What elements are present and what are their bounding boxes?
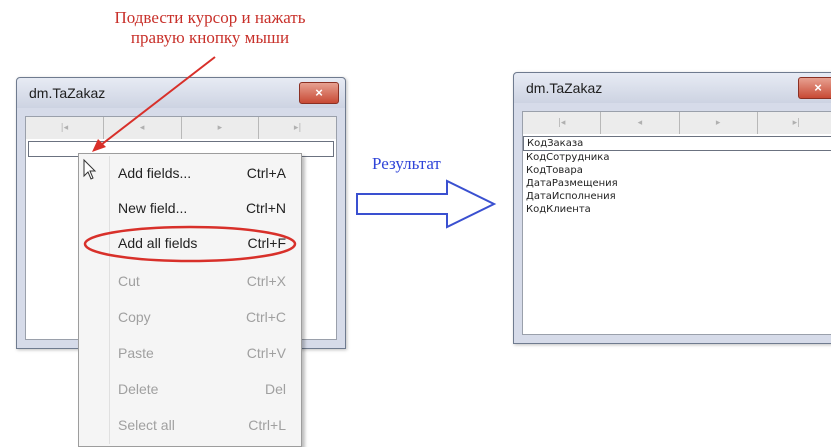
menu-item-shortcut: Del bbox=[264, 381, 286, 397]
menu-item-shortcut: Ctrl+L bbox=[248, 417, 286, 433]
instruction-annotation: Подвести курсор и нажать правую кнопку м… bbox=[60, 8, 360, 48]
result-arrow-icon bbox=[356, 179, 497, 229]
nav-next-button[interactable]: ▸ bbox=[680, 112, 758, 134]
menu-item-shortcut: Ctrl+X bbox=[246, 273, 286, 289]
field-list-item[interactable]: КодТовара bbox=[523, 164, 831, 177]
field-list-item[interactable]: КодКлиента bbox=[523, 203, 831, 216]
nav-first-button[interactable]: |◂ bbox=[523, 112, 602, 134]
menu-item-label: Add all fields bbox=[118, 235, 198, 251]
nav-last-button[interactable]: ▸| bbox=[259, 117, 336, 139]
menu-item-cut[interactable]: Cut Ctrl+X bbox=[118, 266, 294, 296]
nav-prior-button[interactable]: ◂ bbox=[104, 117, 182, 139]
menu-item-label: Cut bbox=[118, 273, 140, 289]
nav-prior-button[interactable]: ◂ bbox=[601, 112, 680, 134]
menu-item-shortcut: Ctrl+A bbox=[246, 165, 286, 181]
field-list-item[interactable]: КодЗаказа bbox=[523, 136, 831, 151]
menu-item-label: New field... bbox=[118, 200, 188, 216]
navigator-bar: |◂ ◂ ▸ ▸| bbox=[523, 112, 831, 135]
menu-item-label: Delete bbox=[118, 381, 159, 397]
menu-item-add-all-fields[interactable]: Add all fields Ctrl+F bbox=[118, 228, 294, 258]
field-list[interactable]: КодЗаказа КодСотрудника КодТовара ДатаРа… bbox=[523, 134, 831, 334]
menu-item-shortcut: Ctrl+V bbox=[246, 345, 286, 361]
menu-item-shortcut: Ctrl+C bbox=[245, 309, 286, 325]
menu-item-delete[interactable]: Delete Del bbox=[118, 374, 294, 404]
result-label: Результат bbox=[372, 154, 441, 173]
nav-last-button[interactable]: ▸| bbox=[758, 112, 831, 134]
window-titlebar: dm.TaZakaz × bbox=[17, 78, 345, 108]
instruction-line-1: Подвести курсор и нажать bbox=[114, 8, 306, 27]
fields-panel: |◂ ◂ ▸ ▸| КодЗаказа КодСотрудника КодТов… bbox=[522, 111, 831, 335]
nav-next-button[interactable]: ▸ bbox=[182, 117, 260, 139]
window-title: dm.TaZakaz bbox=[526, 80, 603, 96]
menu-item-label: Select all bbox=[118, 417, 175, 433]
menu-item-new-field[interactable]: New field... Ctrl+N bbox=[118, 193, 294, 223]
menu-item-copy[interactable]: Copy Ctrl+C bbox=[118, 302, 294, 332]
menu-item-select-all[interactable]: Select all Ctrl+L bbox=[118, 410, 294, 440]
menu-item-add-fields[interactable]: Add fields... Ctrl+A bbox=[118, 158, 294, 188]
instruction-line-2: правую кнопку мыши bbox=[130, 28, 290, 47]
field-list-item[interactable]: ДатаРазмещения bbox=[523, 177, 831, 190]
field-list-item[interactable]: ДатаИсполнения bbox=[523, 190, 831, 203]
menu-gutter bbox=[109, 156, 110, 444]
window-titlebar: dm.TaZakaz × bbox=[514, 73, 831, 103]
menu-item-shortcut: Ctrl+F bbox=[247, 235, 287, 251]
fields-editor-window-after: dm.TaZakaz × |◂ ◂ ▸ ▸| КодЗаказа КодСотр… bbox=[513, 72, 831, 344]
navigator-bar: |◂ ◂ ▸ ▸| bbox=[26, 117, 336, 140]
menu-item-label: Copy bbox=[118, 309, 151, 325]
close-button[interactable]: × bbox=[798, 77, 831, 99]
menu-item-label: Add fields... bbox=[118, 165, 192, 181]
window-title: dm.TaZakaz bbox=[29, 85, 106, 101]
context-menu: Add fields... Ctrl+A New field... Ctrl+N… bbox=[78, 153, 302, 447]
nav-first-button[interactable]: |◂ bbox=[26, 117, 104, 139]
field-list-item[interactable]: КодСотрудника bbox=[523, 151, 831, 164]
menu-item-paste[interactable]: Paste Ctrl+V bbox=[118, 338, 294, 368]
menu-item-shortcut: Ctrl+N bbox=[245, 200, 286, 216]
close-button[interactable]: × bbox=[299, 82, 339, 104]
menu-item-label: Paste bbox=[118, 345, 154, 361]
